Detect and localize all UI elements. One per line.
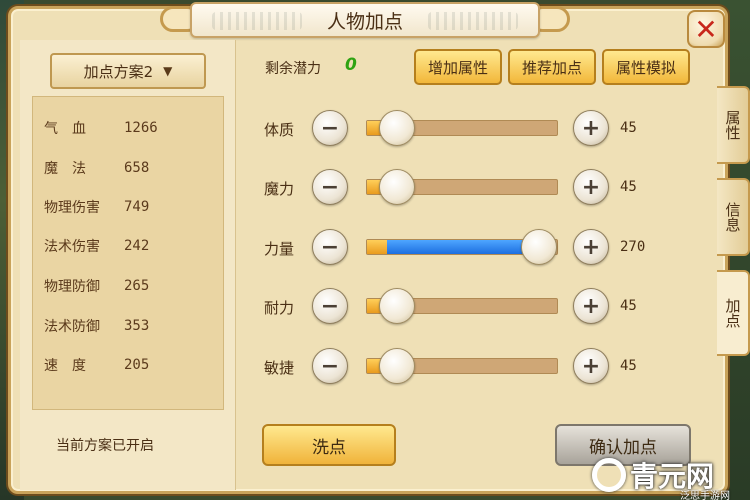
- stat-label: 魔 法: [44, 161, 86, 177]
- title-decoration-right: [428, 12, 518, 30]
- attribute-row-magic: 魔力 − + 45: [262, 167, 692, 207]
- slider-handle[interactable]: [379, 169, 415, 205]
- attribute-slider-track[interactable]: [366, 110, 558, 146]
- attribute-row-agility: 敏捷 − + 45: [262, 346, 692, 386]
- decrease-button[interactable]: −: [312, 348, 348, 384]
- attribute-value: 45: [620, 120, 637, 136]
- attribute-label: 耐力: [264, 299, 295, 317]
- minus-icon: −: [320, 234, 340, 260]
- title-bar: 人物加点: [190, 2, 540, 38]
- watermark-subtext: 泛思手游网: [680, 491, 730, 500]
- minus-icon: −: [320, 293, 340, 319]
- attribute-slider-track[interactable]: [366, 288, 558, 324]
- slider-handle[interactable]: [379, 348, 415, 384]
- stat-row-mp: 魔 法 658: [44, 157, 149, 179]
- decrease-button[interactable]: −: [312, 288, 348, 324]
- stat-value: 353: [124, 318, 150, 334]
- decrease-button[interactable]: −: [312, 229, 348, 265]
- plus-icon: +: [581, 353, 601, 379]
- attribute-label: 力量: [264, 240, 295, 258]
- tab-label: 信息: [723, 202, 742, 232]
- slider-handle[interactable]: [521, 229, 557, 265]
- increase-button[interactable]: +: [573, 288, 609, 324]
- decrease-button[interactable]: −: [312, 169, 348, 205]
- recommend-points-button[interactable]: 推荐加点: [508, 49, 596, 85]
- increase-button[interactable]: +: [573, 348, 609, 384]
- plus-icon: +: [581, 234, 601, 260]
- slider-fill-base: [367, 240, 387, 254]
- add-attribute-button[interactable]: 增加属性: [414, 49, 502, 85]
- minus-icon: −: [320, 174, 340, 200]
- increase-button[interactable]: +: [573, 169, 609, 205]
- attribute-value: 45: [620, 298, 637, 314]
- attribute-simulate-button[interactable]: 属性模拟: [602, 49, 690, 85]
- stat-value: 749: [124, 199, 150, 215]
- attribute-value: 45: [620, 358, 637, 374]
- stat-label: 法术防御: [44, 319, 100, 335]
- attribute-slider-track[interactable]: [366, 229, 558, 265]
- stat-label: 速 度: [44, 358, 86, 374]
- attribute-label: 体质: [264, 121, 295, 139]
- stat-row-phys-dmg: 物理伤害 749: [44, 196, 149, 218]
- chevron-down-icon: ▼: [163, 64, 173, 78]
- attribute-row-strength: 力量 − + 270: [262, 227, 692, 267]
- attribute-value: 45: [620, 179, 637, 195]
- attribute-label: 魔力: [264, 180, 295, 198]
- slider-handle[interactable]: [379, 288, 415, 324]
- increase-button[interactable]: +: [573, 229, 609, 265]
- decrease-button[interactable]: −: [312, 110, 348, 146]
- stat-label: 法术伤害: [44, 239, 100, 255]
- page-title: 人物加点: [326, 10, 403, 33]
- attribute-row-endurance: 耐力 − + 45: [262, 286, 692, 326]
- stat-value: 1266: [124, 120, 158, 136]
- plus-icon: +: [581, 174, 601, 200]
- reset-points-button[interactable]: 洗点: [262, 424, 396, 466]
- stat-value: 205: [124, 357, 150, 373]
- tab-label: 属性: [723, 110, 742, 140]
- plan-select-label: 加点方案2: [83, 62, 154, 81]
- plus-icon: +: [581, 115, 601, 141]
- left-panel: 加点方案2 ▼ 气 血 1266 魔 法 658 物理伤害 749 法术伤害 2…: [20, 40, 236, 490]
- plan-status-text: 当前方案已开启: [56, 438, 154, 454]
- watermark-logo-icon: [592, 458, 626, 492]
- stat-label: 气 血: [44, 121, 86, 137]
- stat-label: 物理伤害: [44, 200, 100, 216]
- tab-add-points[interactable]: 加点: [717, 270, 750, 356]
- stat-value: 242: [124, 238, 150, 254]
- minus-icon: −: [320, 115, 340, 141]
- tab-attributes[interactable]: 属性: [717, 86, 750, 164]
- close-button[interactable]: ✕: [687, 10, 725, 48]
- stat-row-magic-def: 法术防御 353: [44, 315, 149, 337]
- attribute-slider-track[interactable]: [366, 169, 558, 205]
- stats-box: 气 血 1266 魔 法 658 物理伤害 749 法术伤害 242 物理防御 …: [32, 96, 224, 410]
- tab-label: 加点: [723, 298, 742, 328]
- stat-label: 物理防御: [44, 279, 100, 295]
- stat-value: 265: [124, 278, 150, 294]
- plus-icon: +: [581, 293, 601, 319]
- stat-value: 658: [124, 160, 150, 176]
- plan-select-dropdown[interactable]: 加点方案2 ▼: [50, 53, 206, 89]
- stat-row-hp: 气 血 1266: [44, 117, 158, 139]
- stat-row-speed: 速 度 205: [44, 354, 149, 376]
- attribute-row-constitution: 体质 − + 45: [262, 108, 692, 148]
- slider-handle[interactable]: [379, 110, 415, 146]
- potential-label: 剩余潜力: [265, 61, 321, 77]
- increase-button[interactable]: +: [573, 110, 609, 146]
- stat-row-phys-def: 物理防御 265: [44, 275, 149, 297]
- tab-info[interactable]: 信息: [717, 178, 750, 256]
- attribute-slider-track[interactable]: [366, 348, 558, 384]
- attribute-label: 敏捷: [264, 359, 295, 377]
- potential-value: 0: [345, 55, 357, 75]
- title-decoration-left: [212, 12, 302, 30]
- close-icon: ✕: [694, 12, 718, 46]
- minus-icon: −: [320, 353, 340, 379]
- stat-row-magic-dmg: 法术伤害 242: [44, 235, 149, 257]
- attribute-value: 270: [620, 239, 646, 255]
